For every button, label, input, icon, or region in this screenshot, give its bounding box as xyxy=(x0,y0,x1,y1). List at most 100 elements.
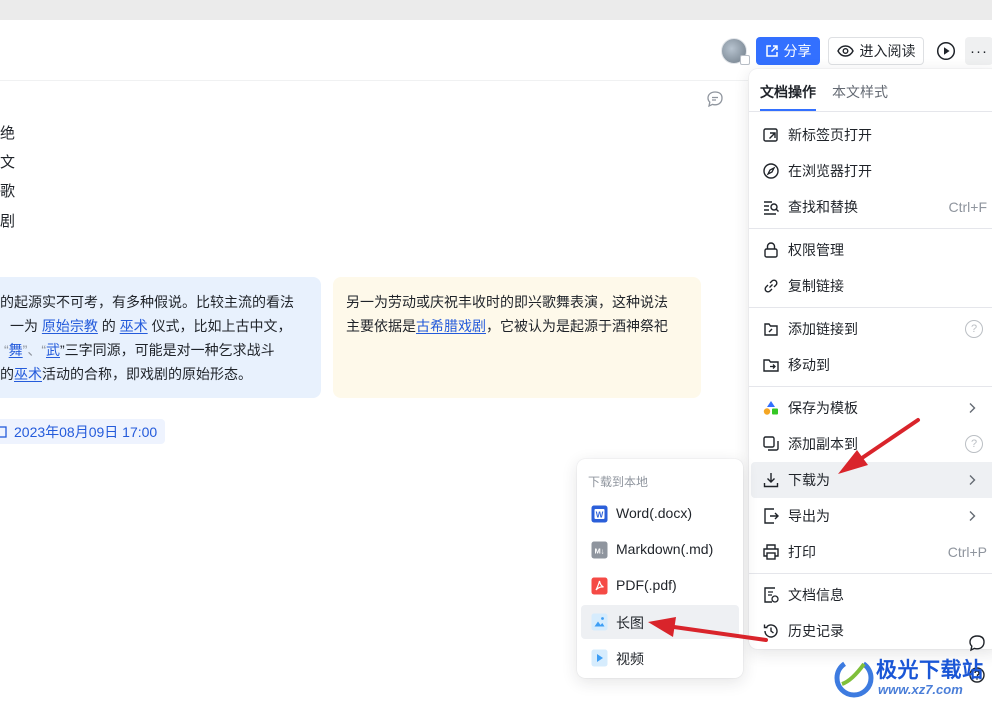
menu-item-add-copy-to[interactable]: 添加副本到 ? xyxy=(751,426,992,462)
option-label: 长图 xyxy=(616,615,644,631)
menu-item-label: 新标签页打开 xyxy=(788,127,872,143)
more-options-button[interactable]: ··· xyxy=(965,37,992,65)
link-witchcraft[interactable]: 巫术 xyxy=(120,318,148,334)
active-tab-indicator xyxy=(760,109,816,111)
text-span: 主要依据是 xyxy=(346,318,416,334)
document-actions-menu: 文档操作 本文样式 新标签页打开 在浏览器打开 查找和替换 Ctrl+F 权限管… xyxy=(749,69,992,649)
help-icon[interactable]: ? xyxy=(965,435,983,453)
avatar-badge-icon xyxy=(740,55,750,65)
truncated-text-line: 绝 xyxy=(0,125,16,142)
presentation-play-button[interactable] xyxy=(935,40,957,62)
truncated-text-line: 歌 xyxy=(0,183,16,200)
menu-item-doc-info[interactable]: 文档信息 xyxy=(751,577,992,613)
watermark-title: 极光下载站 xyxy=(876,659,984,682)
menu-item-print[interactable]: 打印 Ctrl+P xyxy=(751,534,992,570)
long-image-icon xyxy=(591,613,608,631)
download-video-option[interactable]: 视频 xyxy=(581,641,739,675)
text-span: ”、“ xyxy=(22,342,46,358)
menu-item-permissions[interactable]: 权限管理 xyxy=(751,232,992,268)
menu-item-copy-link[interactable]: 复制链接 xyxy=(751,268,992,304)
link-primitive-religion[interactable]: 原始宗教 xyxy=(42,318,98,334)
menu-item-label: 移动到 xyxy=(788,357,830,373)
text-span: 活动的合称，即戏剧的原始形态。 xyxy=(42,366,252,382)
move-folder-icon xyxy=(763,359,779,372)
history-icon xyxy=(763,624,778,638)
menu-item-move-to[interactable]: 移动到 xyxy=(751,347,992,383)
callout-text-line: 的起源实不可考，有多种假说。比较主流的看法 xyxy=(0,294,294,310)
menu-item-add-link-to[interactable]: 添加链接到 ? xyxy=(751,311,992,347)
menu-item-label: 复制链接 xyxy=(788,278,844,294)
menu-item-open-browser[interactable]: 在浏览器打开 xyxy=(751,153,992,189)
link-icon xyxy=(764,279,778,293)
menu-item-find-replace[interactable]: 查找和替换 Ctrl+F xyxy=(751,189,992,225)
reading-mode-label: 进入阅读 xyxy=(859,43,916,59)
submenu-title: 下载到本地 xyxy=(588,475,649,489)
share-button-label: 分享 xyxy=(783,43,812,59)
more-icon: ··· xyxy=(970,42,988,60)
truncated-text-line: 文 xyxy=(0,154,16,171)
pdf-file-icon xyxy=(591,577,608,595)
callout-text-line: 主要依据是古希腊戏剧，它被认为是起源于酒神祭祀 xyxy=(346,314,668,338)
menu-item-export-as[interactable]: 导出为 xyxy=(751,498,992,534)
download-icon xyxy=(763,473,779,488)
share-icon xyxy=(765,45,778,57)
menu-item-download-as[interactable]: 下载为 xyxy=(751,462,992,498)
download-word-option[interactable]: W Word(.docx) xyxy=(581,497,739,531)
text-span: 的 xyxy=(0,366,14,382)
link-witchcraft[interactable]: 巫术 xyxy=(14,366,42,382)
callout-text-line: 另一为劳动或庆祝丰收时的即兴歌舞表演，这种说法 xyxy=(346,294,668,310)
lock-icon xyxy=(764,242,778,258)
download-long-image-option[interactable]: 长图 xyxy=(581,605,739,639)
video-file-icon xyxy=(591,649,608,667)
share-button[interactable]: 分享 xyxy=(756,37,820,65)
reading-mode-button[interactable]: 进入阅读 xyxy=(828,37,924,65)
shortcut-text: Ctrl+P xyxy=(947,544,987,560)
markdown-file-icon: M↓ xyxy=(591,541,608,559)
callout-text-line: “舞”、“武”三字同源，可能是对一种乞求战斗 xyxy=(4,338,275,362)
find-replace-icon xyxy=(764,201,779,215)
word-file-icon: W xyxy=(591,505,608,523)
menu-item-history[interactable]: 历史记录 xyxy=(751,613,992,649)
option-label: PDF(.pdf) xyxy=(616,577,677,593)
printer-icon xyxy=(763,544,779,560)
download-markdown-option[interactable]: M↓ Markdown(.md) xyxy=(581,533,739,567)
tab-document-actions[interactable]: 文档操作 xyxy=(760,82,816,102)
link-greek-drama[interactable]: 古希腊戏剧 xyxy=(416,318,486,334)
help-icon[interactable]: ? xyxy=(965,320,983,338)
menu-item-label: 打印 xyxy=(788,544,816,560)
chevron-right-icon xyxy=(969,475,976,485)
link-martial[interactable]: 武 xyxy=(46,342,60,358)
chevron-right-icon xyxy=(969,403,976,413)
text-span: 仪式，比如上古中文， xyxy=(151,318,292,334)
menu-divider xyxy=(749,386,992,387)
watermark-url: www.xz7.com xyxy=(878,682,963,697)
text-span: ”三字同源，可能是对一种乞求战斗 xyxy=(60,342,275,358)
download-pdf-option[interactable]: PDF(.pdf) xyxy=(581,569,739,603)
comment-icon[interactable] xyxy=(706,90,724,108)
option-label: 视频 xyxy=(616,651,644,667)
menu-item-label: 下载为 xyxy=(788,472,830,488)
menu-item-label: 在浏览器打开 xyxy=(788,163,872,179)
option-label: Word(.docx) xyxy=(616,505,692,521)
add-link-icon xyxy=(764,323,778,336)
browser-top-strip xyxy=(0,0,992,20)
svg-text:W: W xyxy=(596,510,604,519)
menu-item-label: 添加链接到 xyxy=(788,321,858,337)
menu-item-save-template[interactable]: 保存为模板 xyxy=(751,390,992,426)
eye-icon xyxy=(836,45,854,57)
header-divider xyxy=(0,80,748,81)
callout-text-line: 的巫术活动的合称，即戏剧的原始形态。 xyxy=(0,362,252,386)
tab-text-style[interactable]: 本文样式 xyxy=(832,82,888,102)
play-icon xyxy=(936,41,956,61)
calendar-icon xyxy=(0,425,7,438)
menu-item-open-new-tab[interactable]: 新标签页打开 xyxy=(751,117,992,153)
chat-bubble-icon[interactable] xyxy=(968,634,986,652)
copy-icon xyxy=(763,436,779,451)
doc-info-icon xyxy=(764,587,779,603)
watermark-logo-icon xyxy=(834,658,874,698)
export-icon xyxy=(764,508,779,524)
link-dance[interactable]: 舞 xyxy=(9,342,23,358)
text-span: ，它被认为是起源于酒神祭祀 xyxy=(486,318,668,334)
date-reminder-tag[interactable]: 2023年08月09日 17:00 xyxy=(0,419,166,444)
open-new-tab-icon xyxy=(763,128,778,142)
